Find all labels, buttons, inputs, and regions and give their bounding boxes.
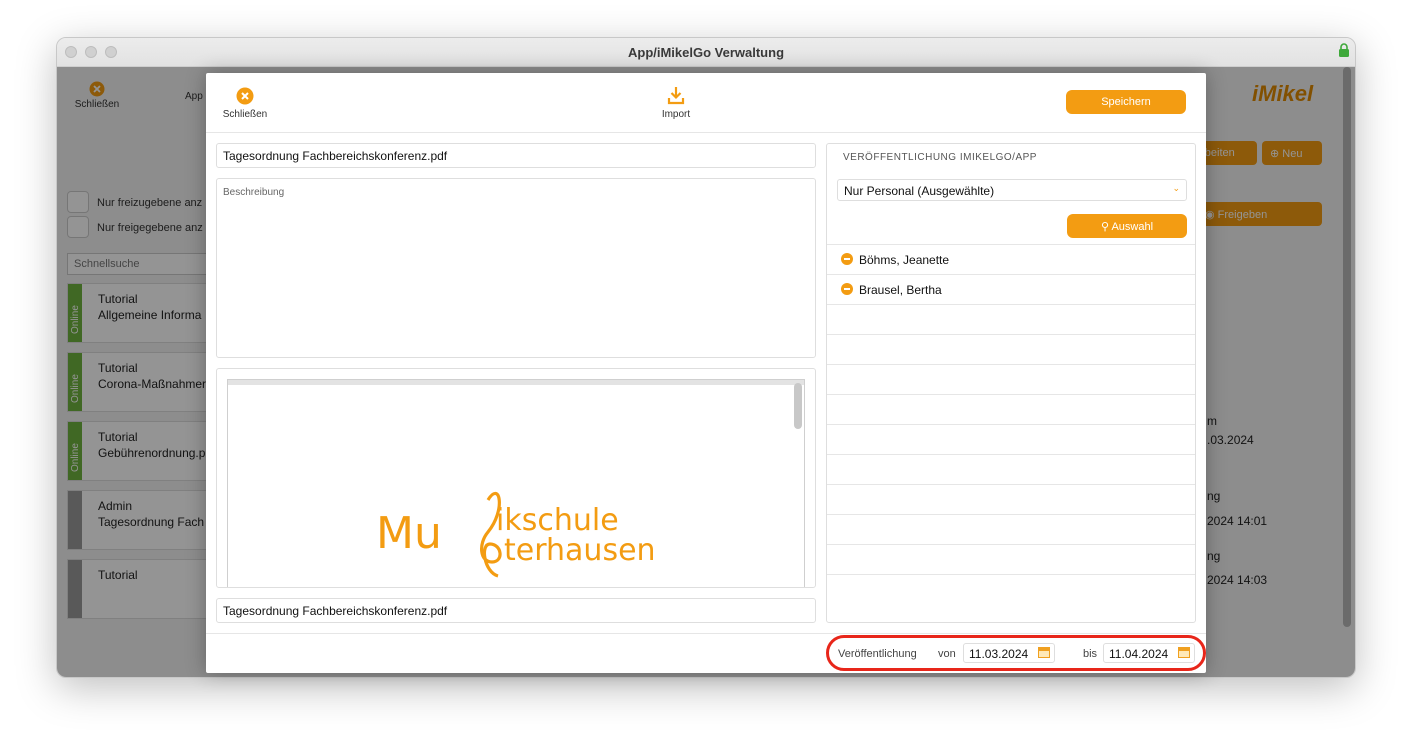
- publication-period-label: Veröffentlichung: [838, 648, 917, 660]
- select-people-button[interactable]: ⚲ Auswahl: [1067, 214, 1187, 238]
- calendar-icon[interactable]: [1178, 647, 1190, 658]
- remove-icon[interactable]: [841, 283, 853, 295]
- description-textarea[interactable]: Beschreibung: [216, 178, 816, 358]
- calendar-icon[interactable]: [1038, 647, 1050, 658]
- person-name: Böhms, Jeanette: [859, 253, 950, 267]
- pdf-page: Mu ikschule terhausen: [227, 379, 805, 587]
- logo-text-bottom: terhausen: [504, 533, 656, 568]
- list-item: Brausel, Bertha: [827, 274, 1195, 304]
- to-label: bis: [1083, 648, 1098, 660]
- audience-select[interactable]: Nur Personal (Ausgewählte) ⌄: [837, 179, 1187, 201]
- import-label: Import: [661, 109, 691, 120]
- close-circle-icon: [236, 87, 254, 105]
- select-people-label: Auswahl: [1111, 220, 1154, 233]
- to-date-input[interactable]: 11.04.2024: [1103, 643, 1195, 663]
- empty-row: [827, 334, 1195, 364]
- list-item: Böhms, Jeanette: [827, 244, 1195, 274]
- save-button[interactable]: Speichern: [1066, 90, 1186, 114]
- person-name: Brausel, Bertha: [859, 283, 942, 297]
- close-label: Schließen: [222, 109, 268, 120]
- description-placeholder: Beschreibung: [223, 187, 285, 198]
- from-date-value: 11.03.2024: [969, 647, 1029, 661]
- empty-row: [827, 484, 1195, 514]
- chevron-down-icon: ⌄: [1172, 183, 1180, 193]
- lock-icon: [1339, 43, 1349, 57]
- empty-row: [827, 514, 1195, 544]
- toolbar-divider: [206, 132, 1206, 133]
- empty-row: [827, 454, 1195, 484]
- empty-row: [827, 424, 1195, 454]
- empty-row: [827, 304, 1195, 334]
- from-label: von: [938, 648, 956, 660]
- import-button[interactable]: Import: [656, 86, 696, 120]
- filename-input[interactable]: Tagesordnung Fachbereichskonferenz.pdf: [216, 143, 816, 168]
- from-date-input[interactable]: 11.03.2024: [963, 643, 1055, 663]
- audience-value: Nur Personal (Ausgewählte): [844, 184, 995, 198]
- logo-prefix: Mu: [376, 508, 442, 559]
- window-title: App/iMikelGo Verwaltung: [627, 45, 785, 60]
- preview-scrollbar[interactable]: [794, 383, 802, 429]
- music-school-logo-icon: Mu ikschule terhausen: [376, 491, 656, 578]
- publication-panel: VERÖFFENTLICHUNG IMIKELGO/APP Nur Person…: [826, 143, 1196, 623]
- user-icon: ⚲: [1100, 220, 1110, 233]
- download-icon: [667, 87, 685, 105]
- empty-row: [827, 544, 1195, 574]
- to-date-value: 11.04.2024: [1109, 647, 1169, 661]
- empty-row: [827, 574, 1195, 604]
- empty-row: [827, 364, 1195, 394]
- empty-row: [827, 394, 1195, 424]
- file-label-input[interactable]: Tagesordnung Fachbereichskonferenz.pdf: [216, 598, 816, 623]
- close-button[interactable]: Schließen: [222, 87, 268, 120]
- remove-icon[interactable]: [841, 253, 853, 265]
- document-dialog: Schließen Import Speichern Tagesordnung …: [206, 73, 1206, 673]
- title-bar: App/iMikelGo Verwaltung: [57, 38, 1355, 67]
- publication-title: VERÖFFENTLICHUNG IMIKELGO/APP: [843, 152, 1037, 163]
- pdf-preview[interactable]: Mu ikschule terhausen: [216, 368, 816, 588]
